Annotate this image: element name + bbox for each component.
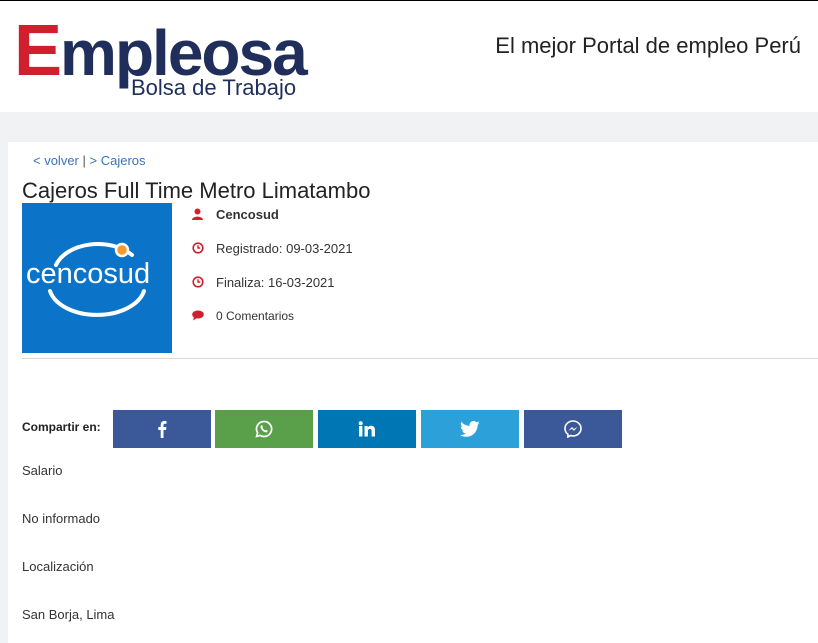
company-row: Cencosud (192, 207, 279, 223)
company-name[interactable]: Cencosud (216, 207, 279, 222)
site-logo[interactable]: Empleosa Bolsa de Trabajo (14, 15, 314, 103)
site-tagline: El mejor Portal de empleo Perú (495, 33, 801, 58)
share-label: Compartir en: (22, 420, 101, 434)
breadcrumb-separator: | (78, 153, 90, 168)
location-label: Localización (22, 559, 94, 574)
registered-date: Registrado: 09-03-2021 (216, 241, 353, 256)
ends-row: Finaliza: 16-03-2021 (192, 275, 335, 291)
messenger-icon (564, 420, 582, 438)
share-linkedin-button[interactable] (318, 410, 416, 448)
clock-icon (192, 276, 206, 291)
logo-letter-e: E (14, 11, 62, 91)
facebook-icon (158, 421, 167, 438)
registered-row: Registrado: 09-03-2021 (192, 241, 353, 257)
site-header: Empleosa Bolsa de Trabajo El mejor Porta… (0, 1, 818, 112)
company-logo: cencosud (22, 203, 172, 353)
job-content: < volver | > Cajeros Cajeros Full Time M… (8, 142, 818, 643)
back-link[interactable]: < volver (33, 153, 79, 168)
share-whatsapp-button[interactable] (215, 410, 313, 448)
grey-side-gutter (0, 142, 8, 643)
location-value: San Borja, Lima (22, 607, 115, 622)
section-divider (22, 358, 818, 359)
share-facebook-button[interactable] (113, 410, 211, 448)
grey-band (0, 112, 818, 142)
user-icon (192, 208, 206, 223)
salary-value: No informado (22, 511, 101, 526)
whatsapp-icon (255, 420, 273, 438)
twitter-icon (460, 421, 480, 437)
breadcrumb: < volver | > Cajeros (33, 153, 146, 168)
share-messenger-button[interactable] (524, 410, 622, 448)
clock-icon (192, 242, 206, 257)
category-link[interactable]: > Cajeros (90, 153, 146, 168)
linkedin-icon (358, 421, 375, 437)
comment-icon (192, 310, 206, 324)
job-title: Cajeros Full Time Metro Limatambo (22, 178, 371, 203)
logo-subtitle: Bolsa de Trabajo (131, 75, 297, 100)
salary-label: Salario (22, 463, 63, 478)
share-twitter-button[interactable] (421, 410, 519, 448)
company-logo-text: cencosud (26, 258, 151, 290)
comments-row[interactable]: 0 Comentarios (192, 309, 294, 324)
end-date: Finaliza: 16-03-2021 (216, 275, 335, 290)
comments-count: 0 Comentarios (216, 309, 295, 323)
